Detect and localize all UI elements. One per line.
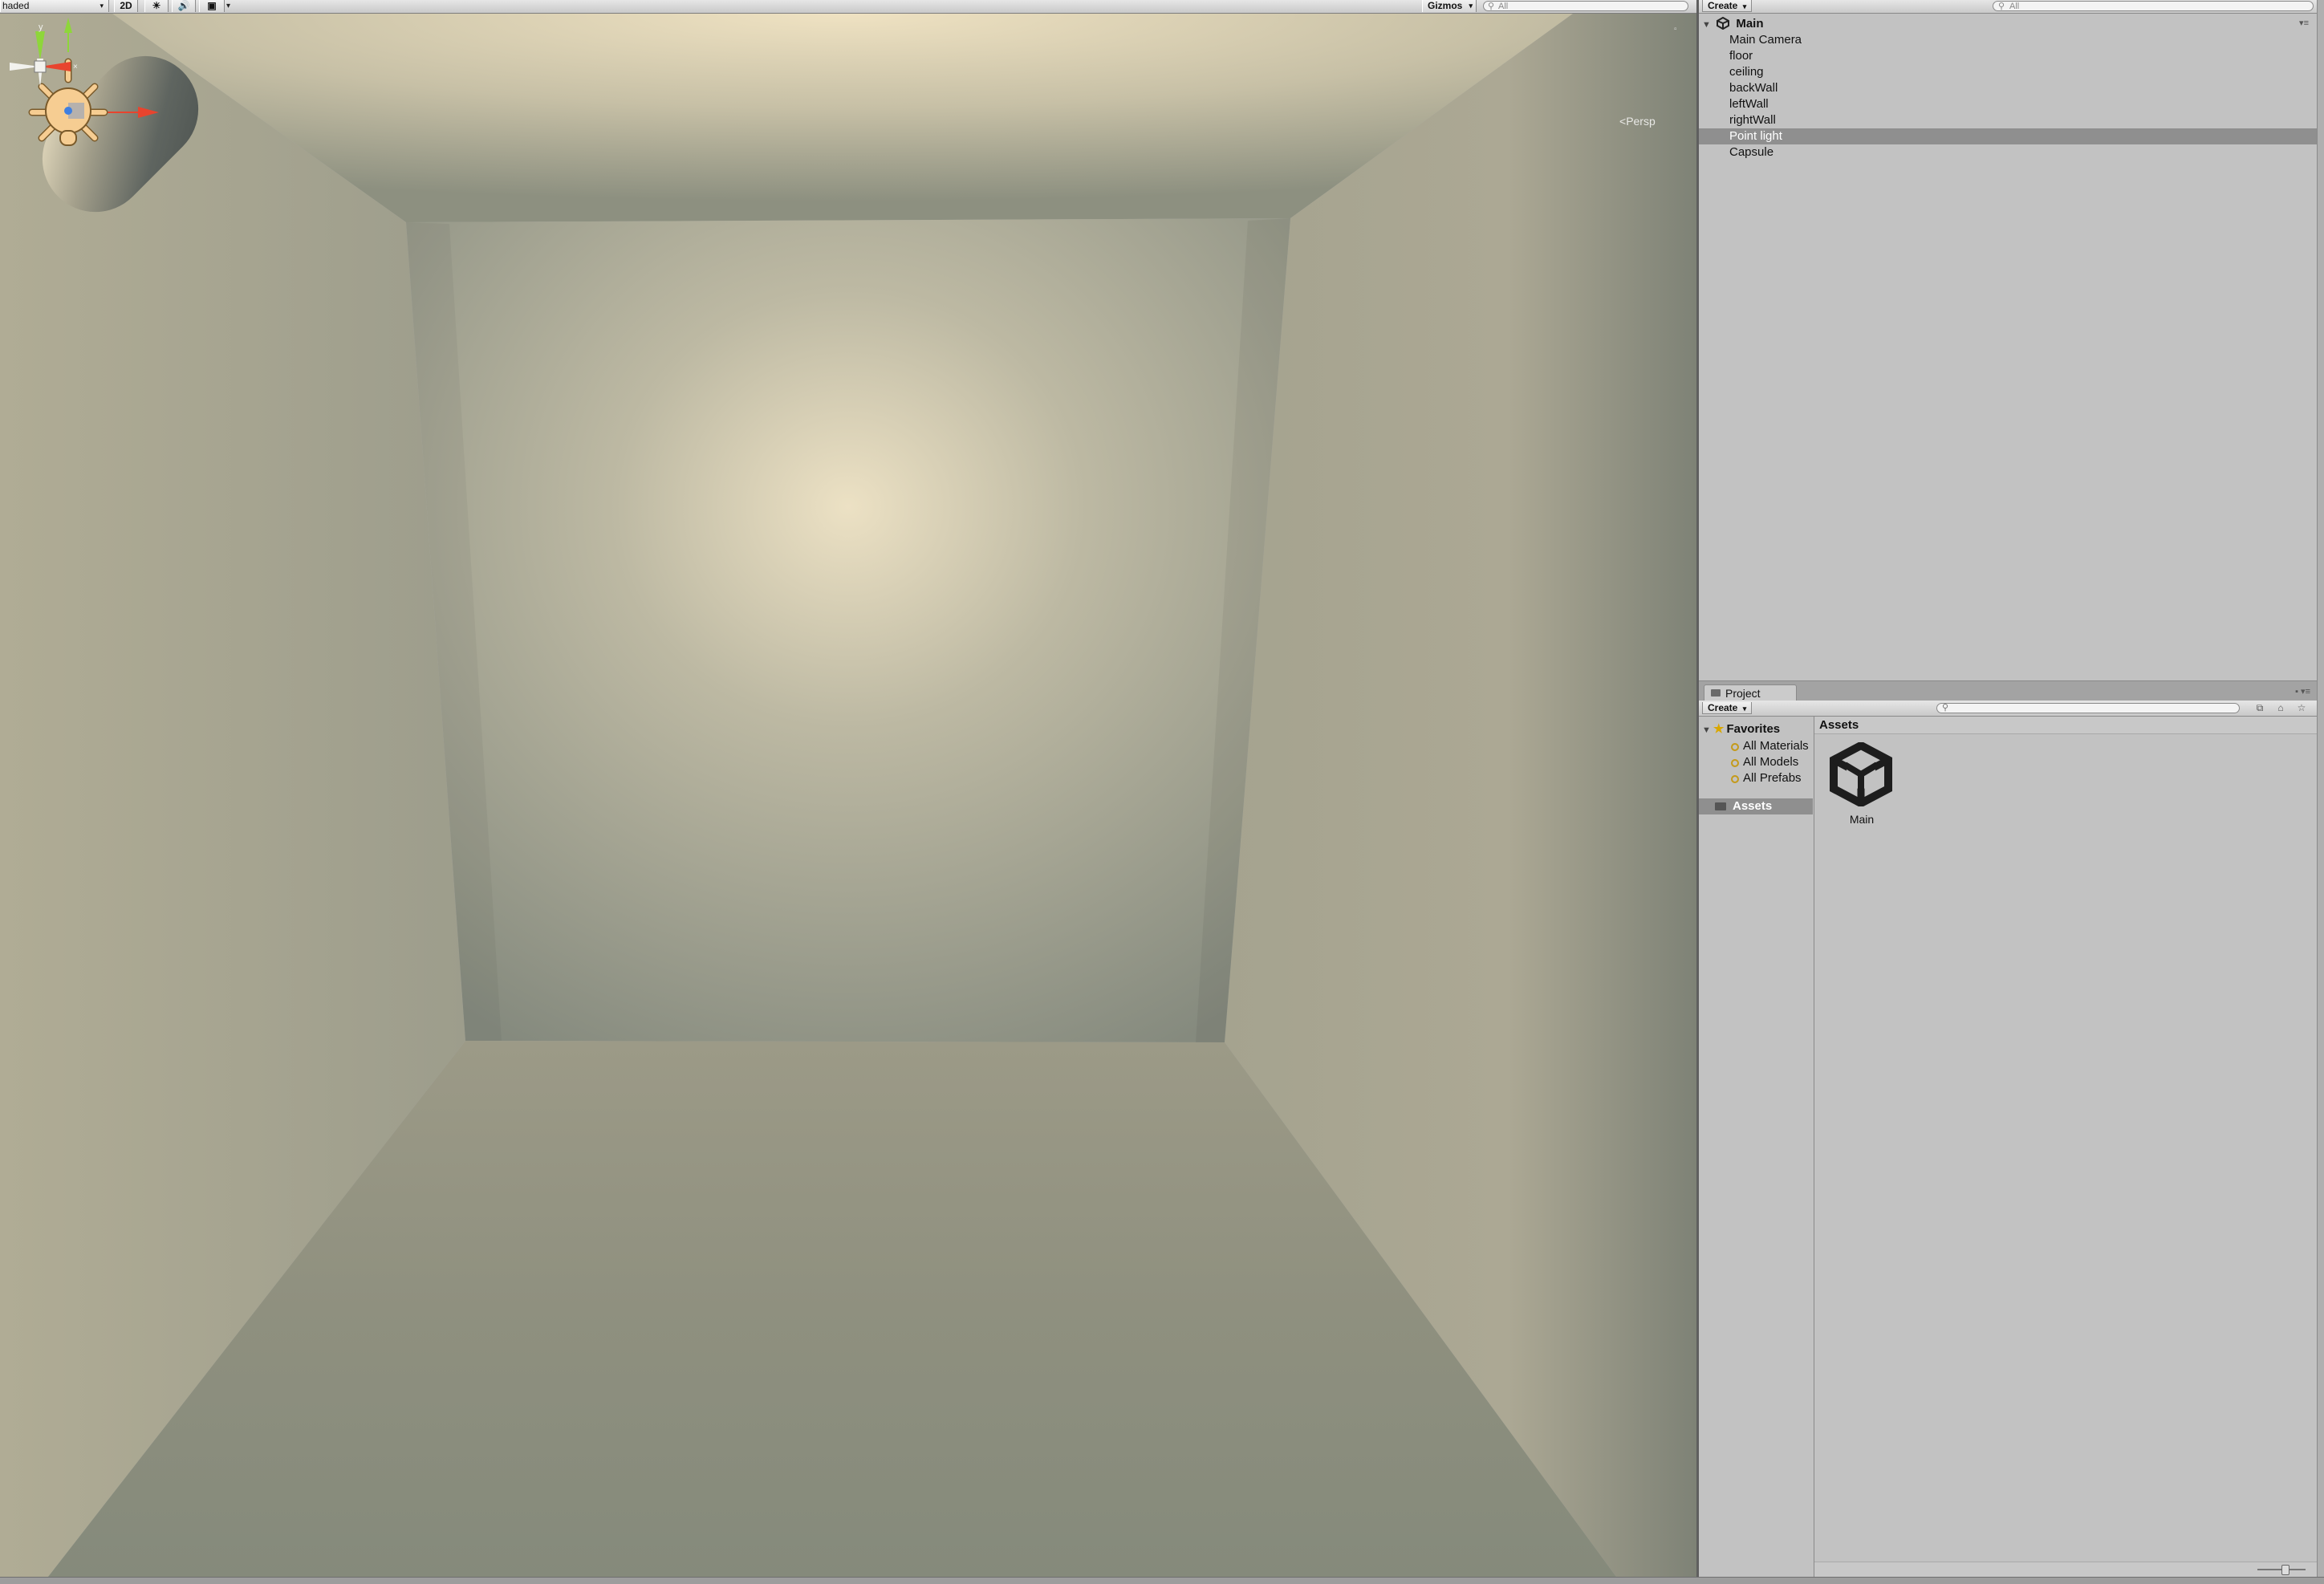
scene-root-item[interactable]: ▼ Main [1702, 16, 1764, 32]
gizmos-dropdown[interactable]: Gizmos ▾ [1422, 0, 1477, 12]
scene-toolbar: haded ▾ 2D ☀ 🔊 ▣ ▾ Gizmos ▾ ⚲ All [0, 0, 1696, 14]
toggle-2d-label: 2D [120, 0, 132, 11]
project-panel: Project ▪ ▾≡ Create ▾ ⚲ ⧉ ⌂ ☆ ▼ ★ Favorite… [1699, 680, 2317, 1577]
filter-by-label-icon[interactable]: ⌂ [2272, 702, 2289, 714]
chevron-down-icon[interactable]: ▼ [1702, 722, 1713, 738]
favorite-all-models[interactable]: All Models [1731, 754, 1798, 770]
favorite-label: All Models [1743, 755, 1799, 769]
scene-name-label: Main [1736, 17, 1764, 30]
effects-dropdown-arrow[interactable]: ▾ [226, 0, 230, 12]
hierarchy-item-capsule[interactable]: Capsule [1699, 144, 2317, 160]
svg-text:×: × [73, 63, 78, 71]
asset-name-label: Main [1849, 813, 1875, 826]
unity-scene-icon [1717, 17, 1730, 30]
hierarchy-item-label: floor [1729, 49, 1753, 63]
search-icon [1731, 743, 1739, 751]
hierarchy-item-label: Main Camera [1729, 33, 1802, 47]
hierarchy-item-label: rightWall [1729, 113, 1776, 127]
hierarchy-create-label: Create [1708, 0, 1738, 11]
project-folder-tree: ▼ ★ Favorites All Materials All Models All… [1699, 717, 1814, 1577]
axis-y-label: y [39, 22, 43, 32]
camera-mode-label[interactable]: <Persp [1619, 115, 1656, 128]
search-icon [1731, 759, 1739, 767]
star-icon[interactable]: ☆ [2293, 702, 2310, 714]
hierarchy-panel: Create ▾ ⚲ All ▼ Main ▾≡ Main Camera flo… [1699, 0, 2317, 680]
hierarchy-item-leftwall[interactable]: leftWall [1699, 96, 2317, 112]
scene-lighting-toggle[interactable]: ☀ [144, 0, 169, 12]
hierarchy-search-input[interactable]: ⚲ All [1993, 1, 2314, 11]
chevron-down-icon[interactable]: ▼ [1702, 17, 1713, 33]
project-create-label: Create [1708, 702, 1738, 713]
speaker-icon: 🔊 [177, 0, 190, 11]
sun-icon: ☀ [152, 0, 161, 11]
view-orientation-gizmo[interactable]: y × [0, 14, 80, 102]
folder-assets[interactable]: Assets [1699, 798, 1813, 814]
filter-by-type-icon[interactable]: ⧉ [2251, 702, 2269, 714]
chevron-down-icon: ▾ [1742, 2, 1747, 10]
hierarchy-item-label: backWall [1729, 81, 1778, 95]
tab-project-label: Project [1725, 687, 1761, 700]
hierarchy-item-floor[interactable]: floor [1699, 48, 2317, 64]
toggle-2d-button[interactable]: 2D [114, 0, 138, 12]
shading-mode-dropdown[interactable]: haded ▾ [0, 0, 109, 12]
hierarchy-item-label: Point light [1729, 129, 1782, 143]
search-icon [1731, 775, 1739, 783]
hierarchy-item-backwall[interactable]: backWall [1699, 80, 2317, 96]
scene-view[interactable]: y × ▫ <Persp [0, 14, 1696, 1577]
unity-scene-icon [1830, 742, 1892, 806]
star-icon: ★ [1713, 722, 1725, 736]
project-search-input[interactable]: ⚲ [1936, 703, 2240, 713]
chevron-down-icon: ▾ [100, 2, 104, 10]
chevron-down-icon: ▾ [1742, 705, 1747, 713]
chevron-down-icon: ▾ [1469, 2, 1473, 10]
favorite-all-materials[interactable]: All Materials [1731, 738, 1809, 754]
context-menu-icon[interactable]: ▾≡ [2299, 18, 2309, 28]
scene-effects-toggle[interactable]: ▣ [199, 0, 225, 12]
room-render [0, 14, 1696, 1577]
hierarchy-item-main-camera[interactable]: Main Camera [1699, 32, 2317, 48]
right-scrollbar[interactable] [2317, 0, 2324, 1577]
hierarchy-item-point-light[interactable]: Point light [1699, 128, 2317, 144]
favorite-label: All Materials [1743, 739, 1809, 753]
favorite-label: All Prefabs [1743, 771, 1802, 785]
favorites-header[interactable]: ▼ ★ Favorites [1702, 721, 1780, 737]
hierarchy-toolbar: Create ▾ ⚲ All [1699, 0, 2317, 14]
project-create-button[interactable]: Create ▾ [1702, 702, 1752, 714]
project-footer [1814, 1562, 2317, 1577]
hierarchy-search-placeholder: All [2009, 2, 2020, 11]
favorites-label: Favorites [1726, 722, 1781, 736]
search-icon: ⚲ [1488, 2, 1495, 11]
scene-search-placeholder: All [1498, 2, 1509, 11]
search-icon: ⚲ [1942, 703, 1949, 713]
chevron-left-icon: < [1619, 115, 1627, 128]
icon-size-slider-thumb[interactable] [2281, 1565, 2289, 1575]
tab-project[interactable]: Project [1704, 684, 1797, 701]
hierarchy-create-button[interactable]: Create ▾ [1702, 0, 1752, 12]
image-icon: ▣ [207, 0, 217, 11]
padlock-icon[interactable]: ▪ ▾≡ [2295, 686, 2310, 697]
folder-assets-label: Assets [1733, 799, 1773, 813]
scene-search-input[interactable]: ⚲ All [1483, 1, 1688, 11]
folder-icon [1715, 802, 1726, 810]
project-toolbar: Create ▾ ⚲ ⧉ ⌂ ☆ [1699, 701, 2317, 717]
hierarchy-item-rightwall[interactable]: rightWall [1699, 112, 2317, 128]
project-asset-grid: Assets Main [1814, 717, 2317, 1577]
hierarchy-item-ceiling[interactable]: ceiling [1699, 64, 2317, 80]
padlock-icon[interactable]: ▫ [1674, 25, 1677, 34]
hierarchy-item-label: leftWall [1729, 97, 1769, 111]
breadcrumb[interactable]: Assets [1814, 717, 2317, 734]
gizmos-label: Gizmos [1428, 0, 1463, 11]
hierarchy-item-label: ceiling [1729, 65, 1764, 79]
search-icon: ⚲ [1998, 2, 2005, 11]
scene-audio-toggle[interactable]: 🔊 [172, 0, 196, 12]
folder-icon [1711, 689, 1721, 697]
breadcrumb-assets[interactable]: Assets [1819, 718, 1859, 732]
hierarchy-item-label: Capsule [1729, 145, 1774, 159]
asset-main-scene[interactable]: Main [1826, 742, 1898, 831]
shading-mode-label: haded [2, 0, 30, 11]
favorite-all-prefabs[interactable]: All Prefabs [1731, 770, 1802, 786]
project-tab-bar: Project ▪ ▾≡ [1699, 680, 2317, 701]
